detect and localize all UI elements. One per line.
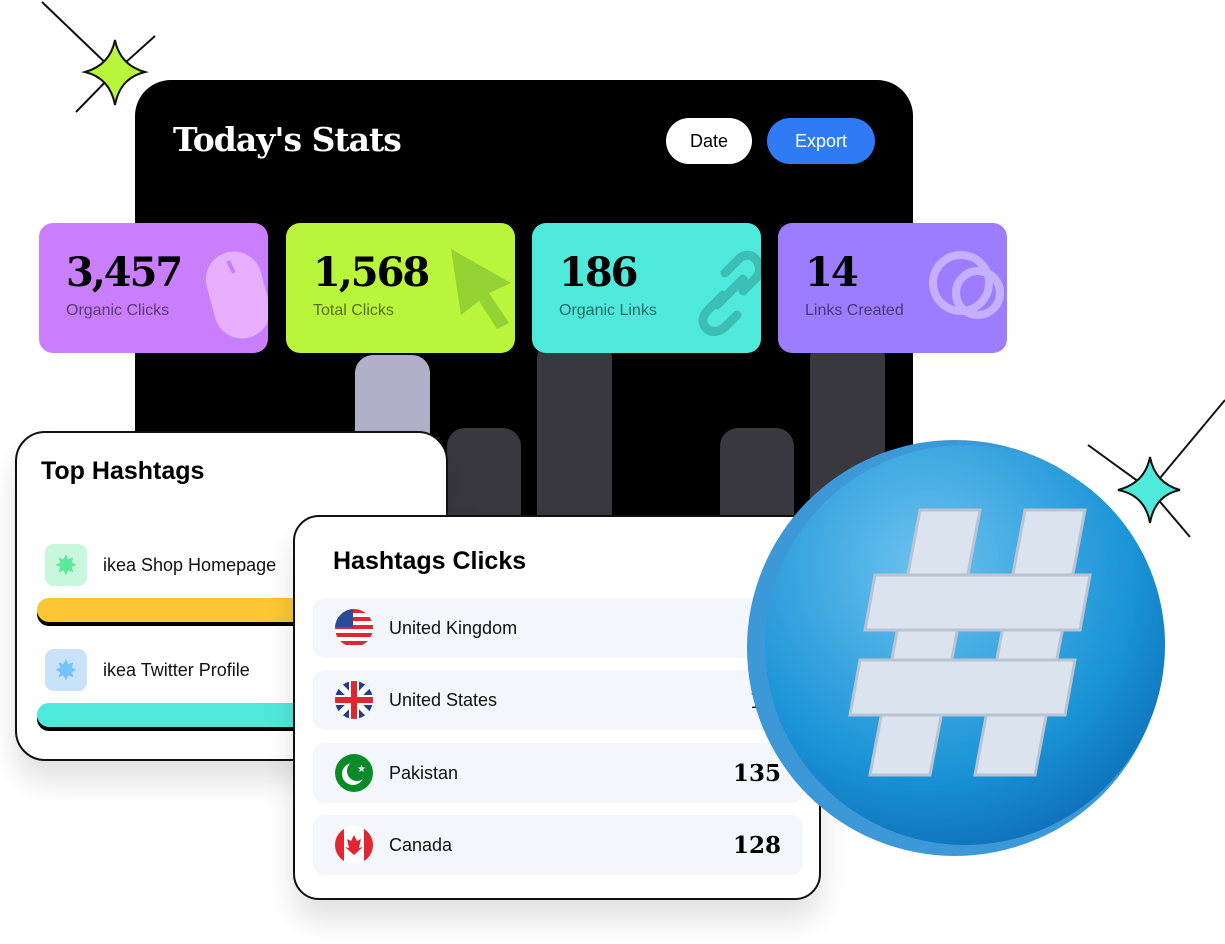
stat-label: Links Created [805, 302, 904, 319]
country-name: United Kingdom [389, 617, 518, 638]
country-row[interactable]: United Kingdom [313, 598, 803, 658]
hashtag-label: ikea Shop Homepage [103, 554, 277, 575]
stat-label: Organic Links [559, 302, 657, 319]
stat-value: 14 [805, 249, 859, 296]
date-button[interactable]: Date [666, 118, 752, 164]
sparkle-icon: ✸ [45, 649, 87, 691]
export-button[interactable]: Export [767, 118, 875, 164]
us-flag-icon [335, 609, 373, 647]
hashtag-item[interactable]: ✸ ikea Twitter Profile [45, 649, 250, 691]
country-name: Pakistan [389, 762, 459, 783]
stat-label: Total Clicks [313, 302, 394, 319]
hashtag-item[interactable]: ✸ ikea Shop Homepage [45, 544, 276, 586]
page-title: Today's Stats [173, 120, 402, 159]
stat-card-organic-clicks: 3,457 Organic Clicks [39, 223, 268, 353]
canada-flag-icon [335, 826, 373, 864]
country-name: United States [389, 689, 498, 710]
country-name: Canada [389, 834, 453, 855]
sparkle-icon: ✸ [45, 544, 87, 586]
stat-value: 3,457 [66, 249, 183, 296]
hashtag-clicks-title: Hashtags Clicks [333, 547, 527, 575]
stat-card-organic-links: 186 Organic Links [532, 223, 761, 353]
stat-value: 1,568 [313, 249, 430, 296]
chart-bar [537, 340, 612, 530]
country-row[interactable]: United States 14 [313, 670, 803, 730]
top-hashtags-title: Top Hashtags [41, 457, 205, 485]
hashtag-progress-bar [37, 598, 337, 622]
hashtag-icon [747, 440, 1165, 856]
stat-label: Organic Clicks [66, 302, 170, 319]
country-row[interactable]: ★ Pakistan 135 [313, 743, 803, 803]
country-row[interactable]: Canada 128 [313, 815, 803, 875]
uk-flag-icon [335, 681, 373, 719]
stat-card-links-created: 14 Links Created [778, 223, 1007, 353]
stat-value: 186 [559, 249, 639, 296]
hashtag-label: ikea Twitter Profile [103, 659, 250, 680]
stat-card-total-clicks: 1,568 Total Clicks [286, 223, 515, 353]
pakistan-flag-icon: ★ [335, 754, 373, 792]
hashtag-progress-bar [37, 703, 337, 727]
svg-text:★: ★ [357, 764, 366, 775]
